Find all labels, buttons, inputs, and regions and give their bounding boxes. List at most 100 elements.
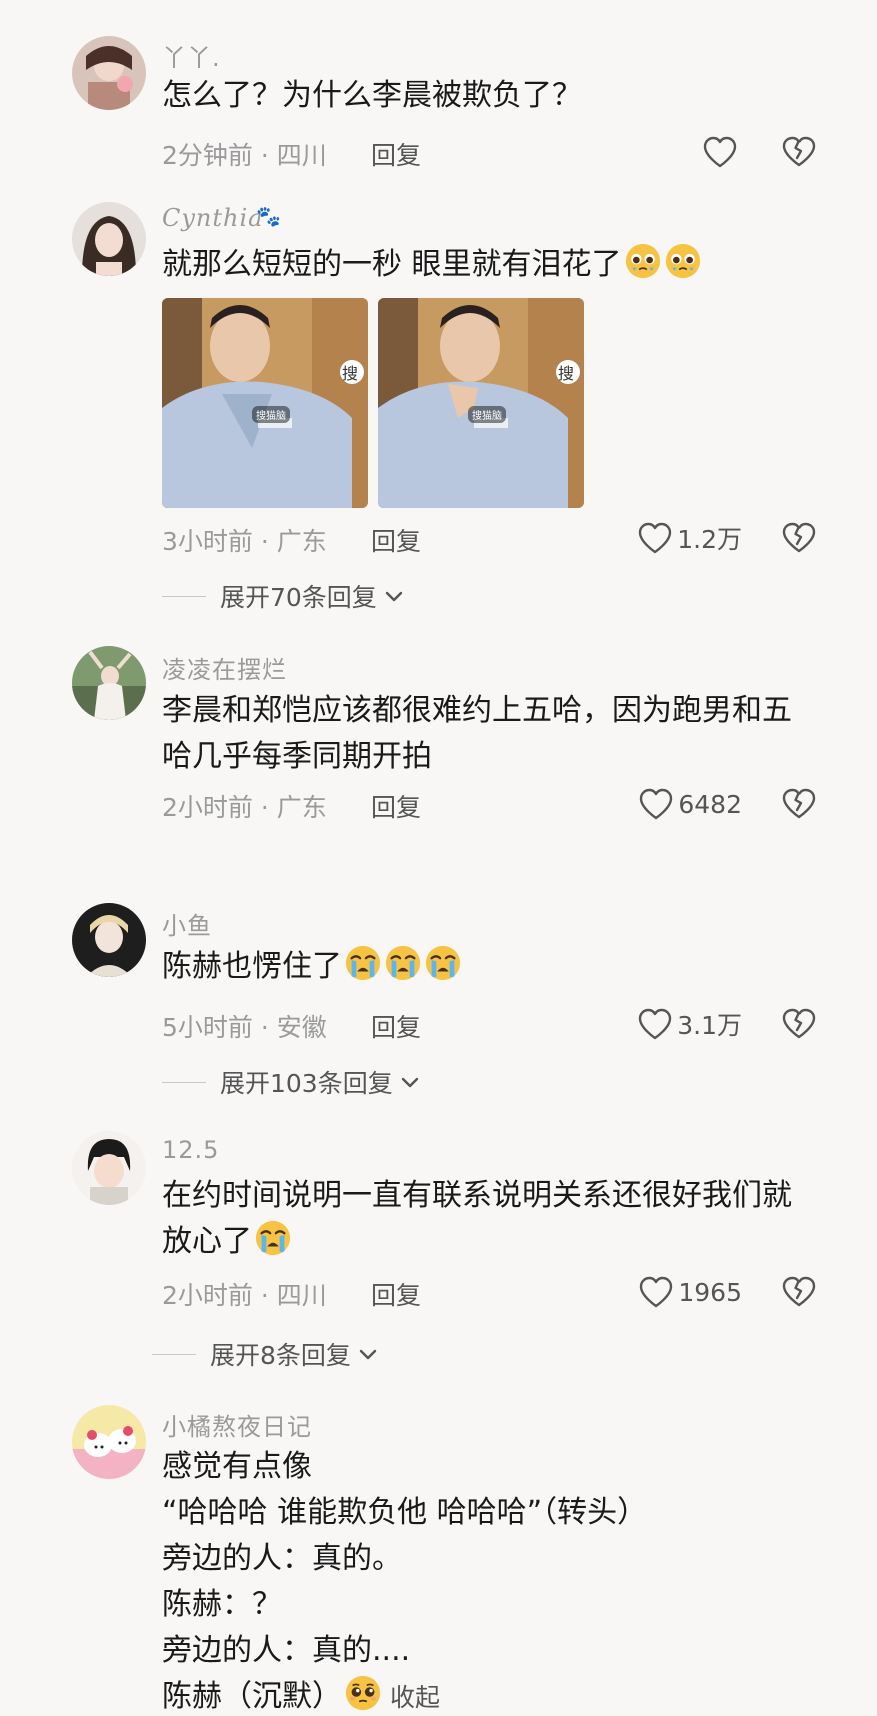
comment-text: 陈赫也愣住了 bbox=[162, 944, 817, 990]
paw-icon: 🐾 bbox=[256, 204, 281, 228]
like-button[interactable]: 6482 bbox=[638, 784, 742, 824]
expand-replies-label: 展开103条回复 bbox=[220, 1069, 393, 1098]
chevron-down-icon bbox=[399, 1071, 421, 1093]
reply-button[interactable]: 回复 bbox=[371, 1276, 421, 1312]
timestamp: 2小时前 bbox=[162, 1281, 253, 1310]
comment-line: 陈赫也愣住了 bbox=[162, 944, 817, 990]
timestamp: 5小时前 bbox=[162, 1013, 253, 1042]
like-button[interactable]: 1965 bbox=[638, 1272, 742, 1312]
broken-heart-icon bbox=[781, 786, 817, 822]
comment-line-text: 放心了 bbox=[162, 1224, 252, 1259]
comment-line: “哈哈哈 谁能欺负他 哈哈哈”（转头） bbox=[162, 1495, 648, 1530]
comment-line: 陈赫：？ bbox=[162, 1587, 282, 1622]
expand-replies-label: 展开8条回复 bbox=[210, 1341, 351, 1370]
location: 安徽 bbox=[276, 1013, 327, 1042]
comment-line: 李晨和郑恺应该都很难约上五哈，因为跑男和五 bbox=[162, 693, 792, 728]
comment-line-text: 就那么短短的一秒 眼里就有泪花了 bbox=[162, 247, 622, 282]
like-button[interactable] bbox=[702, 132, 742, 172]
separator: · bbox=[260, 141, 269, 170]
location: 四川 bbox=[276, 1281, 327, 1310]
heart-outline-icon bbox=[637, 521, 673, 555]
avatar[interactable] bbox=[72, 36, 146, 110]
comment-line-text: 陈赫也愣住了 bbox=[162, 949, 342, 984]
location: 广东 bbox=[276, 527, 327, 556]
reply-button[interactable]: 回复 bbox=[371, 522, 421, 558]
comment-line: 放心了 bbox=[162, 1219, 817, 1265]
broken-heart-icon bbox=[781, 134, 817, 170]
dislike-button[interactable] bbox=[781, 520, 817, 556]
like-button[interactable]: 1.2万 bbox=[637, 518, 742, 558]
chevron-down-icon bbox=[383, 585, 405, 607]
heart-outline-icon bbox=[637, 1007, 673, 1041]
timestamp: 3小时前 bbox=[162, 527, 253, 556]
dislike-button[interactable] bbox=[781, 1274, 817, 1310]
username[interactable]: 小鱼 bbox=[162, 906, 212, 941]
comment-meta: 3小时前 · 广东 回复 1.2万 bbox=[162, 518, 817, 558]
dislike-button[interactable] bbox=[781, 1006, 817, 1042]
thumbnail-caption: 搜猫脑 bbox=[252, 406, 290, 423]
avatar[interactable] bbox=[72, 202, 146, 276]
divider bbox=[152, 1353, 196, 1355]
crying-emoji-icon bbox=[344, 944, 382, 982]
collapse-button[interactable]: 收起 bbox=[390, 1683, 440, 1712]
like-count: 6482 bbox=[678, 789, 742, 819]
avatar[interactable] bbox=[72, 903, 146, 977]
dislike-button[interactable] bbox=[781, 786, 817, 822]
comment-text: 在约时间说明一直有联系说明关系还很好我们就 放心了 bbox=[162, 1173, 817, 1265]
separator: · bbox=[260, 1281, 269, 1310]
broken-heart-icon bbox=[781, 1006, 817, 1042]
username[interactable]: 丫丫. bbox=[162, 38, 221, 73]
comment-line: 就那么短短的一秒 眼里就有泪花了 bbox=[162, 242, 817, 288]
reply-button[interactable]: 回复 bbox=[371, 1008, 421, 1044]
time-location: 2分钟前 · 四川 bbox=[162, 136, 327, 172]
crying-emoji-icon bbox=[254, 1219, 292, 1257]
video-thumbnail[interactable]: 搜 搜猫脑 bbox=[162, 298, 368, 508]
avatar[interactable] bbox=[72, 1405, 146, 1479]
username[interactable]: 凌凌在摆烂 bbox=[162, 650, 287, 685]
username[interactable]: 小橘熬夜日记 bbox=[162, 1407, 312, 1442]
avatar[interactable] bbox=[72, 646, 146, 720]
time-location: 2小时前 · 广东 bbox=[162, 788, 327, 824]
like-button[interactable]: 3.1万 bbox=[637, 1004, 742, 1044]
comment-line: 哈几乎每季同期开拍 bbox=[162, 739, 432, 774]
teary-eyes-emoji-icon bbox=[624, 242, 662, 280]
comment-line-text: 陈赫（沉默） bbox=[162, 1679, 342, 1714]
sticker-badge: 搜 bbox=[342, 364, 359, 383]
reply-button[interactable]: 回复 bbox=[371, 136, 421, 172]
expand-replies-label: 展开70条回复 bbox=[220, 583, 377, 612]
comment-line: 旁边的人：真的.... bbox=[162, 1633, 411, 1668]
separator: · bbox=[260, 1013, 269, 1042]
timestamp: 2分钟前 bbox=[162, 141, 253, 170]
expand-replies-button[interactable]: 展开8条回复 bbox=[152, 1336, 379, 1372]
comment-meta: 5小时前 · 安徽 回复 3.1万 bbox=[162, 1004, 817, 1044]
comment-text: 怎么了？为什么李晨被欺负了？ bbox=[162, 73, 817, 119]
comment-meta: 2小时前 · 四川 回复 1965 bbox=[162, 1272, 817, 1312]
comment-line: 旁边的人：真的。 bbox=[162, 1541, 402, 1576]
time-location: 5小时前 · 安徽 bbox=[162, 1008, 327, 1044]
like-count: 3.1万 bbox=[677, 1011, 742, 1040]
timestamp: 2小时前 bbox=[162, 793, 253, 822]
sticker-badge: 搜 bbox=[558, 364, 575, 383]
expand-replies-button[interactable]: 展开70条回复 bbox=[162, 578, 405, 614]
username[interactable]: Cynthia bbox=[162, 204, 263, 232]
separator: · bbox=[260, 527, 269, 556]
broken-heart-icon bbox=[781, 520, 817, 556]
teary-eyes-emoji-icon bbox=[664, 242, 702, 280]
time-location: 3小时前 · 广东 bbox=[162, 522, 327, 558]
heart-outline-icon bbox=[638, 1275, 674, 1309]
chevron-down-icon bbox=[357, 1343, 379, 1365]
video-thumbnail[interactable]: 搜 搜猫脑 bbox=[378, 298, 584, 508]
like-count: 1.2万 bbox=[677, 525, 742, 554]
dislike-button[interactable] bbox=[781, 134, 817, 170]
time-location: 2小时前 · 四川 bbox=[162, 1276, 327, 1312]
username[interactable]: 12.5 bbox=[162, 1136, 219, 1164]
reply-button[interactable]: 回复 bbox=[371, 788, 421, 824]
divider bbox=[162, 595, 206, 597]
comment-meta: 2小时前 · 广东 回复 6482 bbox=[162, 784, 817, 824]
comment-line: 怎么了？为什么李晨被欺负了？ bbox=[162, 78, 582, 113]
broken-heart-icon bbox=[781, 1274, 817, 1310]
avatar[interactable] bbox=[72, 1131, 146, 1205]
comment-text: 李晨和郑恺应该都很难约上五哈，因为跑男和五 哈几乎每季同期开拍 bbox=[162, 688, 817, 780]
expand-replies-button[interactable]: 展开103条回复 bbox=[162, 1064, 421, 1100]
location: 广东 bbox=[276, 793, 327, 822]
